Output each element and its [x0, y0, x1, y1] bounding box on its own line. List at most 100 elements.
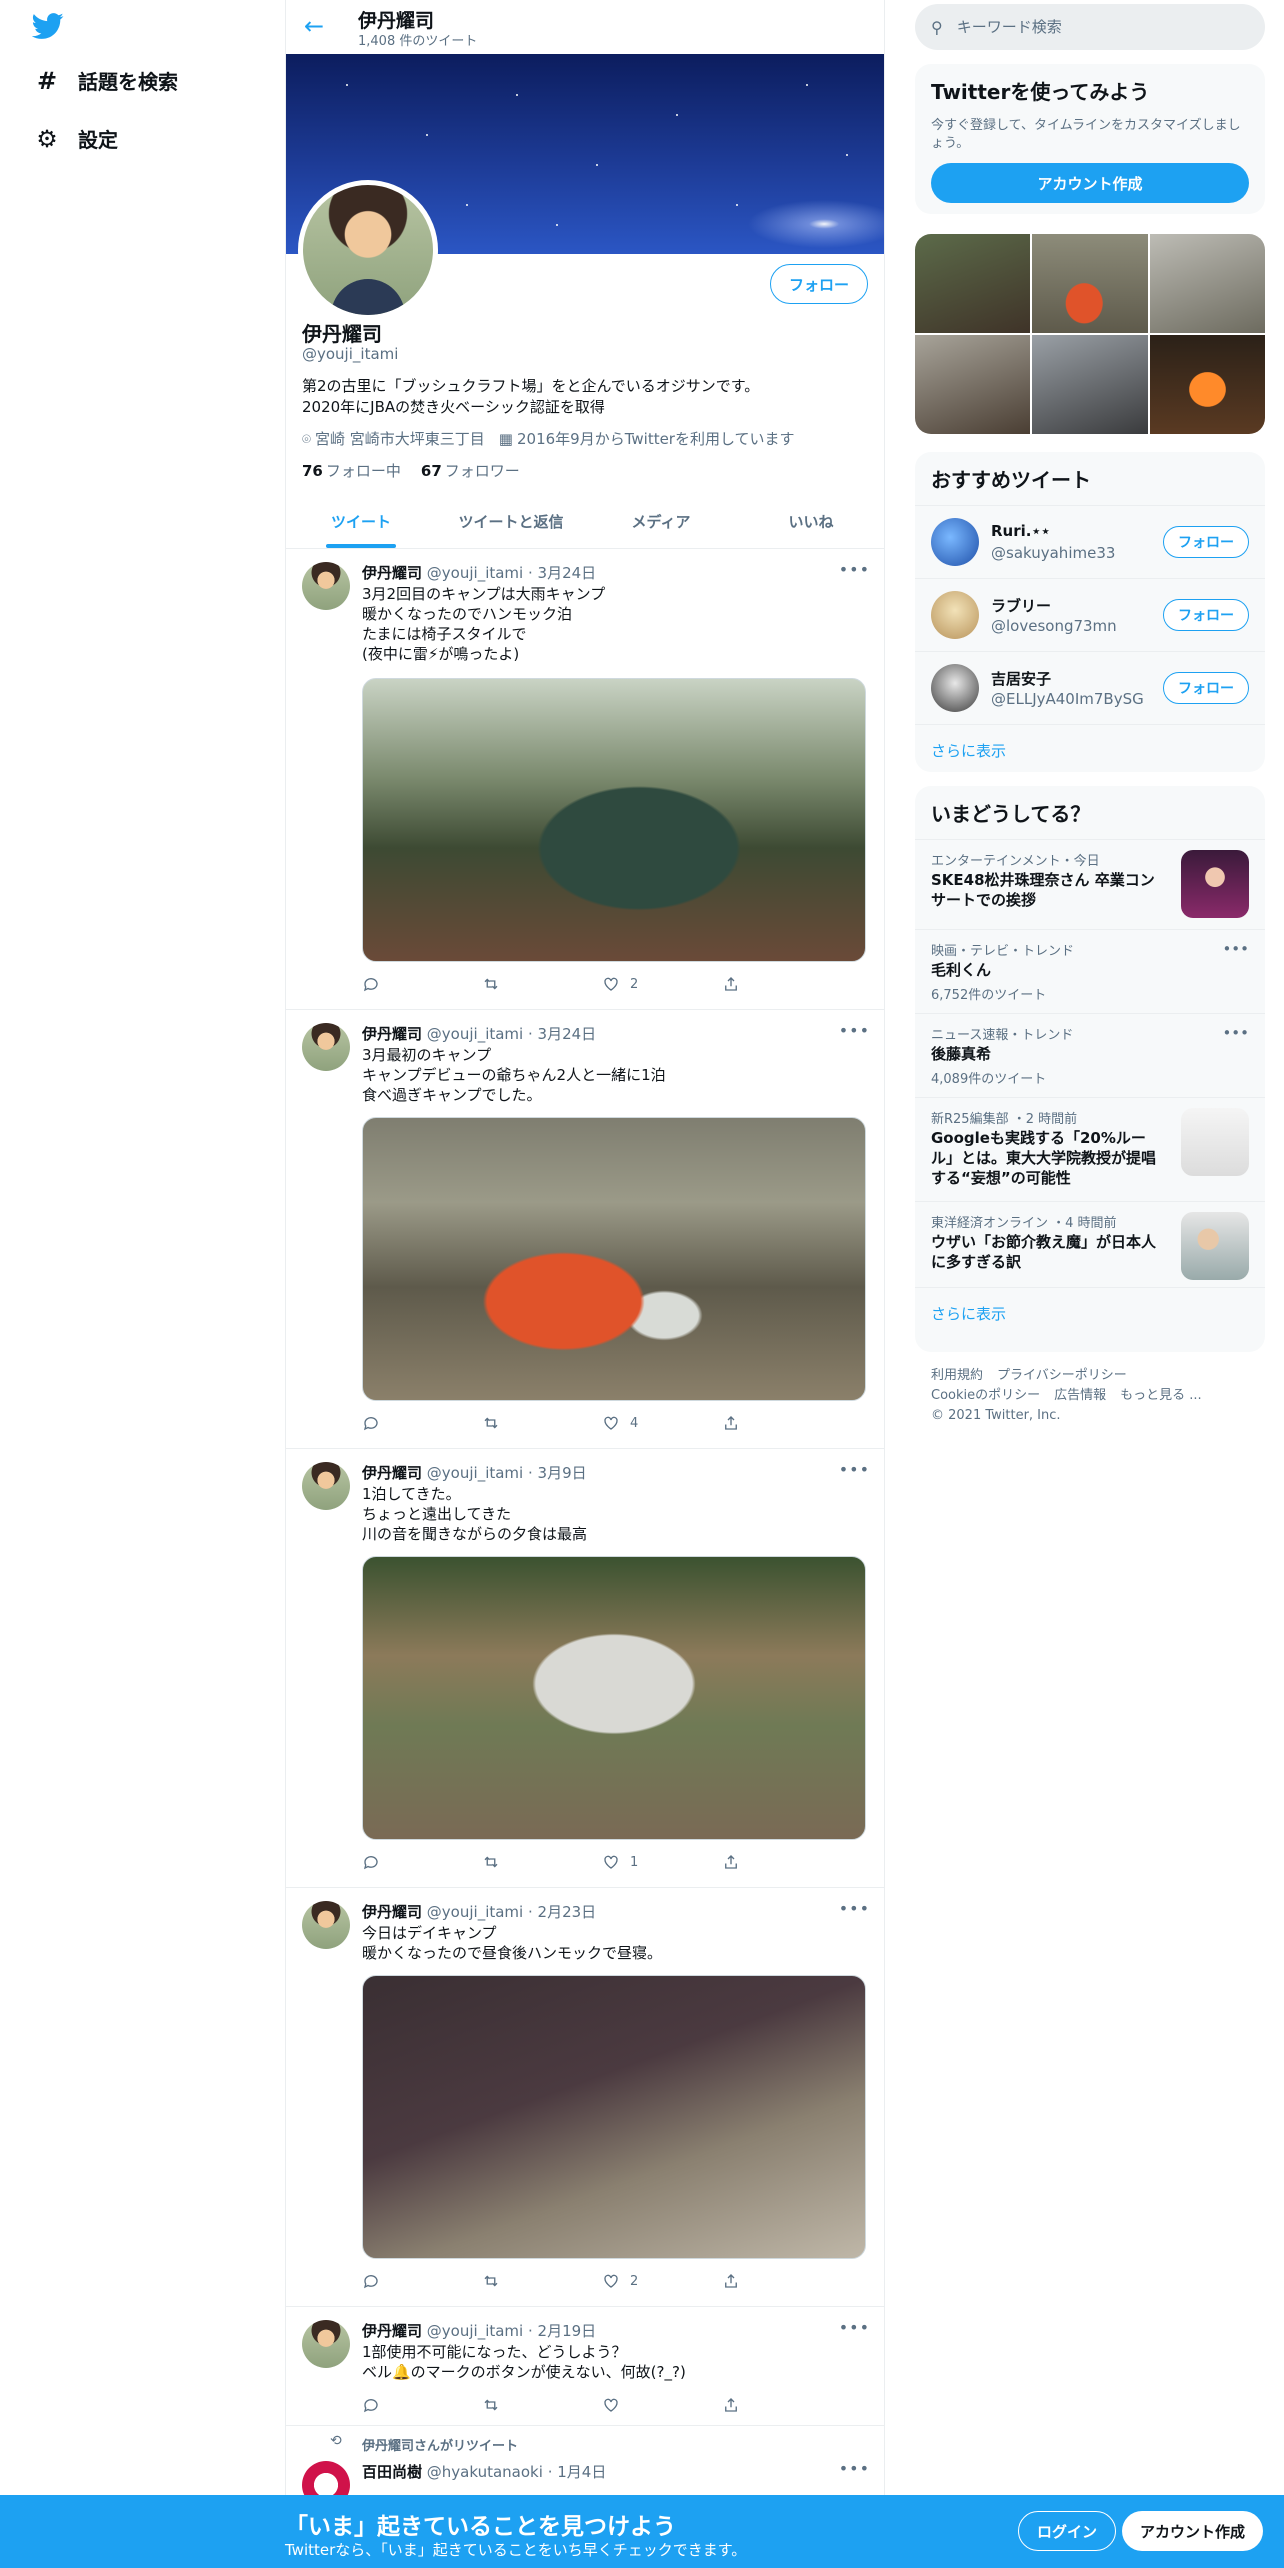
tweet-photo[interactable]	[362, 1556, 866, 1840]
media-thumb[interactable]	[915, 234, 1031, 333]
footer-link-privacy[interactable]: プライバシーポリシー	[997, 1368, 1127, 1383]
recommend-follow-button[interactable]: フォロー	[1163, 672, 1249, 704]
tweet-date[interactable]: 2月23日	[538, 1903, 597, 1921]
search-box[interactable]: ⚲	[915, 4, 1265, 50]
tweet-item[interactable]: 伊丹耀司 @youji_itami · 2月23日 ••• 今日はデイキャンプ …	[286, 1889, 884, 2307]
retweet-button[interactable]	[482, 975, 542, 993]
trend-item[interactable]: 東洋経済オンライン ・4 時間前 ウザい「お節介教え魔」が日本人に多すぎる訳	[915, 1201, 1265, 1287]
footer-link-ads[interactable]: 広告情報	[1054, 1388, 1106, 1403]
tweet-avatar[interactable]	[302, 1901, 350, 1949]
tweet-photo[interactable]	[362, 1117, 866, 1401]
trend-item[interactable]: 新R25編集部 ・2 時間前 Googleも実践する「20%ルール」とは。東大大…	[915, 1097, 1265, 1201]
followers-link[interactable]: 67 フォロワー	[421, 460, 520, 481]
recommend-user[interactable]: ラブリー @lovesong73mn フォロー	[915, 578, 1265, 651]
retweet-button[interactable]	[482, 2396, 542, 2414]
profile-avatar[interactable]	[298, 180, 438, 320]
footer-link-terms[interactable]: 利用規約	[931, 1368, 983, 1383]
media-thumb[interactable]	[915, 335, 1031, 434]
reply-button[interactable]	[362, 975, 422, 993]
reply-button[interactable]	[362, 2396, 422, 2414]
like-button[interactable]: 2	[602, 975, 662, 993]
tweet-date[interactable]: 3月24日	[538, 1025, 597, 1043]
avatar[interactable]	[931, 518, 979, 566]
more-options-icon[interactable]: •••	[839, 1021, 870, 1040]
footer-link-cookies[interactable]: Cookieのポリシー	[931, 1388, 1040, 1403]
avatar[interactable]	[931, 664, 979, 712]
tweet-date[interactable]: 1月4日	[557, 2463, 606, 2481]
nav-explore[interactable]: # 話題を検索	[32, 66, 178, 95]
tweet-item[interactable]: 伊丹耀司 @youji_itami · 3月24日 ••• 3月最初のキャンプ …	[286, 1011, 884, 1449]
tab-media[interactable]: メディア	[586, 496, 736, 548]
reply-button[interactable]	[362, 1853, 422, 1871]
nav-settings[interactable]: ⚙ 設定	[32, 124, 118, 153]
share-button[interactable]	[722, 2272, 782, 2290]
recommend-follow-button[interactable]: フォロー	[1163, 599, 1249, 631]
share-button[interactable]	[722, 2396, 782, 2414]
tweet-photo[interactable]	[362, 1975, 866, 2259]
more-options-icon[interactable]: •••	[839, 2318, 870, 2337]
back-arrow-icon[interactable]: ←	[304, 12, 324, 40]
like-button[interactable]: 4	[602, 1414, 662, 1432]
signup-button[interactable]: アカウント作成	[1122, 2511, 1264, 2551]
retweet-button[interactable]	[482, 1853, 542, 1871]
share-button[interactable]	[722, 975, 782, 993]
like-button[interactable]: 2	[602, 2272, 662, 2290]
tweet-date[interactable]: 3月9日	[538, 1464, 587, 1482]
reply-button[interactable]	[362, 2272, 422, 2290]
follow-button[interactable]: フォロー	[769, 264, 868, 304]
more-options-icon[interactable]: •••	[839, 1460, 870, 1479]
twitter-logo-icon[interactable]	[31, 10, 64, 46]
tweet-photo[interactable]	[362, 678, 866, 962]
tweet-item[interactable]: 伊丹耀司 @youji_itami · 2月19日 ••• 1部使用不可能になっ…	[286, 2308, 884, 2426]
reply-button[interactable]	[362, 1414, 422, 1432]
trends-show-more[interactable]: さらに表示	[915, 1287, 1265, 1339]
tweet-avatar[interactable]	[302, 2320, 350, 2368]
trend-item[interactable]: 映画・テレビ・トレンド ••• 毛利くん 6,752件のツイート	[915, 929, 1265, 1013]
tweet-date[interactable]: 3月24日	[538, 564, 597, 582]
more-options-icon[interactable]: •••	[839, 560, 870, 579]
following-link[interactable]: 76 フォロー中	[302, 460, 401, 481]
tweet-author[interactable]: 伊丹耀司	[362, 2322, 422, 2340]
tweet-date[interactable]: 2月19日	[538, 2322, 597, 2340]
signup-card-button[interactable]: アカウント作成	[931, 163, 1249, 203]
recommend-user[interactable]: Ruri.⋆⋆ @sakuyahime33 フォロー	[915, 505, 1265, 578]
tweet-author[interactable]: 伊丹耀司	[362, 1464, 422, 1482]
media-thumb[interactable]	[1032, 335, 1148, 434]
media-thumb[interactable]	[1032, 234, 1148, 333]
search-input[interactable]	[956, 18, 1237, 36]
tweet-header: 伊丹耀司 @youji_itami · 3月9日	[362, 1464, 587, 1482]
like-button[interactable]: 1	[602, 1853, 662, 1871]
avatar[interactable]	[931, 591, 979, 639]
recommend-follow-button[interactable]: フォロー	[1163, 526, 1249, 558]
trend-item[interactable]: ニュース速報・トレンド ••• 後藤真希 4,089件のツイート	[915, 1013, 1265, 1097]
recommend-show-more[interactable]: さらに表示	[915, 724, 1265, 772]
media-thumb[interactable]	[1149, 234, 1265, 333]
tweet-author[interactable]: 伊丹耀司	[362, 1903, 422, 1921]
retweet-label[interactable]: 伊丹耀司さんがリツイート	[362, 2435, 518, 2454]
share-button[interactable]	[722, 1414, 782, 1432]
more-options-icon[interactable]: •••	[1222, 940, 1249, 958]
tab-tweets-replies[interactable]: ツイートと返信	[436, 496, 586, 548]
footer-link-more[interactable]: もっと見る ...	[1120, 1388, 1202, 1403]
tab-likes[interactable]: いいね	[736, 496, 884, 548]
tab-tweets[interactable]: ツイート	[286, 496, 436, 548]
login-button[interactable]: ログイン	[1018, 2511, 1117, 2551]
tweet-item[interactable]: 伊丹耀司 @youji_itami · 3月9日 ••• 1泊してきた。 ちょっ…	[286, 1450, 884, 1888]
tweet-author[interactable]: 伊丹耀司	[362, 564, 422, 582]
trend-item[interactable]: エンターテインメント・今日 SKE48松井珠理奈さん 卒業コンサートでの挨拶	[915, 839, 1265, 929]
like-button[interactable]	[602, 2396, 662, 2414]
retweet-button[interactable]	[482, 1414, 542, 1432]
recommend-user[interactable]: 吉居安子 @ELLJyA40Im7BySG フォロー	[915, 651, 1265, 724]
more-options-icon[interactable]: •••	[839, 1899, 870, 1918]
media-thumb[interactable]	[1149, 335, 1265, 434]
tweet-avatar[interactable]	[302, 562, 350, 610]
tweet-avatar[interactable]	[302, 1023, 350, 1071]
tweet-avatar[interactable]	[302, 1462, 350, 1510]
tweet-item[interactable]: 伊丹耀司 @youji_itami · 3月24日 ••• 3月2回目のキャンプ…	[286, 550, 884, 1010]
more-options-icon[interactable]: •••	[839, 2459, 870, 2478]
more-options-icon[interactable]: •••	[1222, 1024, 1249, 1042]
retweet-button[interactable]	[482, 2272, 542, 2290]
tweet-author[interactable]: 伊丹耀司	[362, 1025, 422, 1043]
share-button[interactable]	[722, 1853, 782, 1871]
tweet-author[interactable]: 百田尚樹	[362, 2463, 422, 2481]
